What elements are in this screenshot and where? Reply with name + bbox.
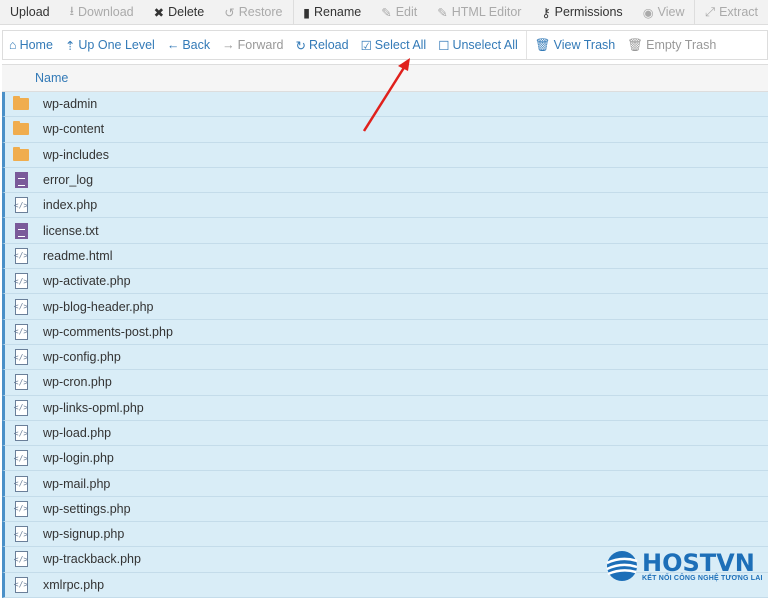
annotation-arrow <box>362 58 410 132</box>
globe-icon <box>606 551 638 581</box>
hostvn-logo: HOSTVN KẾT NỐI CÔNG NGHỆ TƯƠNG LAI <box>606 550 763 582</box>
